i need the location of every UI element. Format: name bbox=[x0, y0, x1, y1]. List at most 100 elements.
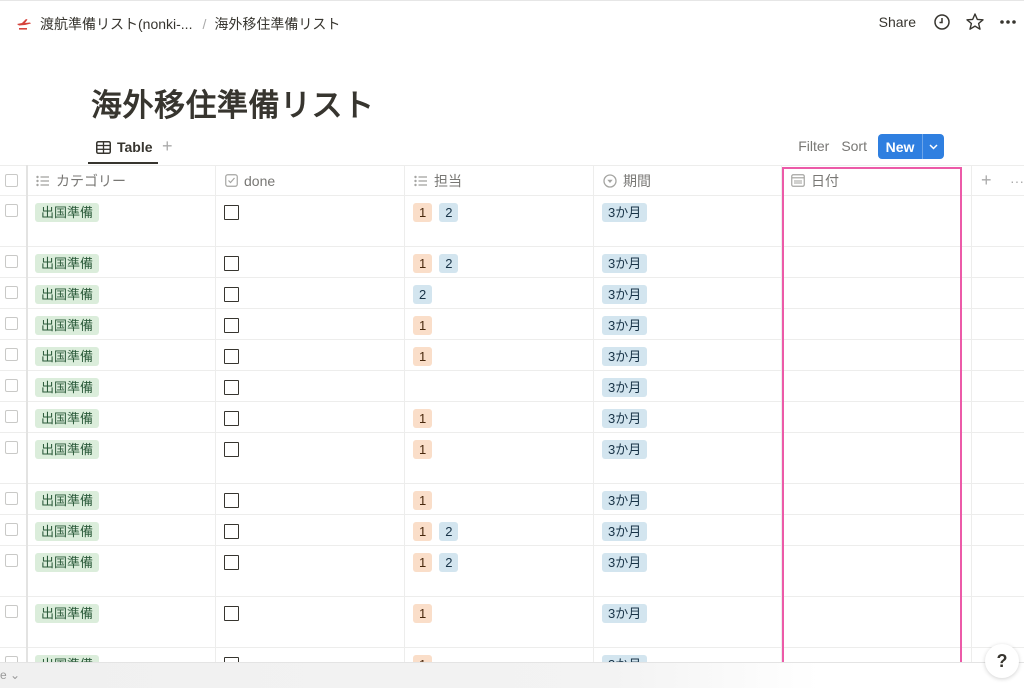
cell-category[interactable]: 出国準備 bbox=[35, 604, 106, 623]
table-row[interactable]: 出国準備 1 2 3か月 bbox=[0, 196, 1024, 247]
done-checkbox[interactable] bbox=[224, 256, 239, 271]
bottom-settings-icon[interactable]: e ⌄ bbox=[0, 668, 20, 682]
select-all-checkbox[interactable] bbox=[5, 166, 18, 195]
row-select-checkbox[interactable] bbox=[5, 204, 18, 217]
row-select-checkbox[interactable] bbox=[5, 410, 18, 423]
cell-period[interactable]: 3か月 bbox=[602, 553, 654, 572]
row-select-checkbox[interactable] bbox=[5, 348, 18, 361]
cell-period[interactable]: 3か月 bbox=[602, 409, 654, 428]
done-checkbox[interactable] bbox=[224, 349, 239, 364]
period-tag: 3か月 bbox=[602, 409, 648, 428]
row-select-checkbox[interactable] bbox=[5, 317, 18, 330]
cell-owner[interactable]: 1 bbox=[413, 604, 439, 623]
table-row[interactable]: 出国準備 1 3か月 bbox=[0, 309, 1024, 340]
table-row[interactable]: 出国準備 1 2 3か月 bbox=[0, 515, 1024, 546]
cell-category[interactable]: 出国準備 bbox=[35, 347, 106, 366]
table-row[interactable]: 出国準備 1 3か月 bbox=[0, 597, 1024, 648]
cell-category[interactable]: 出国準備 bbox=[35, 440, 106, 459]
cell-category[interactable]: 出国準備 bbox=[35, 316, 106, 335]
cell-period[interactable]: 3か月 bbox=[602, 440, 654, 459]
tab-table[interactable]: Table bbox=[88, 130, 161, 164]
cell-category[interactable]: 出国準備 bbox=[35, 553, 106, 572]
done-checkbox[interactable] bbox=[224, 411, 239, 426]
row-select-checkbox[interactable] bbox=[5, 255, 18, 268]
column-header-category[interactable]: カテゴリー bbox=[36, 166, 126, 195]
cell-owner[interactable]: 1 bbox=[413, 409, 439, 428]
cell-done bbox=[224, 285, 239, 302]
done-checkbox[interactable] bbox=[224, 318, 239, 333]
done-checkbox[interactable] bbox=[224, 606, 239, 621]
new-button[interactable]: New bbox=[878, 134, 944, 159]
filter-button[interactable]: Filter bbox=[798, 138, 829, 154]
breadcrumb-current[interactable]: 海外移住準備リスト bbox=[214, 14, 340, 34]
table-row[interactable]: 出国準備 1 3か月 bbox=[0, 402, 1024, 433]
new-button-label[interactable]: New bbox=[878, 134, 922, 159]
done-checkbox[interactable] bbox=[224, 205, 239, 220]
table-row[interactable]: 出国準備 1 2 3か月 bbox=[0, 247, 1024, 278]
cell-owner[interactable]: 12 bbox=[413, 203, 465, 222]
row-select-checkbox[interactable] bbox=[5, 523, 18, 536]
sort-button[interactable]: Sort bbox=[841, 138, 867, 154]
help-button[interactable]: ? bbox=[985, 644, 1019, 678]
cell-category[interactable]: 出国準備 bbox=[35, 254, 106, 273]
cell-category[interactable]: 出国準備 bbox=[35, 409, 106, 428]
cell-owner[interactable]: 1 bbox=[413, 347, 439, 366]
cell-period[interactable]: 3か月 bbox=[602, 254, 654, 273]
owner-tag: 1 bbox=[413, 604, 433, 623]
row-select-checkbox[interactable] bbox=[5, 605, 18, 618]
cell-owner[interactable]: 1 bbox=[413, 491, 439, 510]
cell-period[interactable]: 3か月 bbox=[602, 604, 654, 623]
cell-owner[interactable]: 12 bbox=[413, 522, 465, 541]
cell-category[interactable]: 出国準備 bbox=[35, 203, 106, 222]
cell-owner[interactable]: 1 bbox=[413, 316, 439, 335]
cell-period[interactable]: 3か月 bbox=[602, 522, 654, 541]
done-checkbox[interactable] bbox=[224, 287, 239, 302]
column-header-owner[interactable]: 担当 bbox=[414, 166, 462, 195]
chevron-down-icon[interactable] bbox=[922, 134, 944, 159]
cell-done bbox=[224, 553, 239, 570]
add-view-button[interactable]: + bbox=[162, 137, 173, 155]
table-row[interactable]: 出国準備 1 3か月 bbox=[0, 340, 1024, 371]
breadcrumb-parent[interactable]: 渡航準備リスト(nonki-... bbox=[40, 14, 192, 34]
cell-period[interactable]: 3か月 bbox=[602, 285, 654, 304]
cell-category[interactable]: 出国準備 bbox=[35, 522, 106, 541]
table-row[interactable]: 出国準備 2 3か月 bbox=[0, 278, 1024, 309]
row-select-checkbox[interactable] bbox=[5, 379, 18, 392]
cell-period[interactable]: 3か月 bbox=[602, 347, 654, 366]
row-select-checkbox[interactable] bbox=[5, 286, 18, 299]
cell-period[interactable]: 3か月 bbox=[602, 203, 654, 222]
table-row[interactable]: 出国準備 1 2 3か月 bbox=[0, 546, 1024, 597]
done-checkbox[interactable] bbox=[224, 524, 239, 539]
row-select-checkbox[interactable] bbox=[5, 554, 18, 567]
table-row[interactable]: 出国準備 3か月 bbox=[0, 371, 1024, 402]
page-title[interactable]: 海外移住準備リスト bbox=[91, 80, 375, 125]
clock-icon[interactable] bbox=[932, 12, 952, 32]
cell-category[interactable]: 出国準備 bbox=[35, 378, 106, 397]
column-label: 日付 bbox=[811, 172, 839, 189]
column-header-period[interactable]: 期間 bbox=[603, 166, 651, 195]
cell-owner[interactable]: 12 bbox=[413, 553, 465, 572]
cell-period[interactable]: 3か月 bbox=[602, 316, 654, 335]
column-header-done[interactable]: done bbox=[225, 166, 275, 195]
share-button[interactable]: Share bbox=[879, 14, 916, 30]
cell-owner[interactable]: 12 bbox=[413, 254, 465, 273]
cell-period[interactable]: 3か月 bbox=[602, 491, 654, 510]
done-checkbox[interactable] bbox=[224, 555, 239, 570]
cell-category[interactable]: 出国準備 bbox=[35, 285, 106, 304]
row-select-checkbox[interactable] bbox=[5, 441, 18, 454]
cell-period[interactable]: 3か月 bbox=[602, 378, 654, 397]
more-icon[interactable] bbox=[998, 12, 1018, 32]
column-header-date[interactable]: 日付 bbox=[791, 166, 839, 195]
row-select-checkbox[interactable] bbox=[5, 492, 18, 505]
table-row[interactable]: 出国準備 1 3か月 bbox=[0, 484, 1024, 515]
star-icon[interactable] bbox=[965, 12, 985, 32]
table-row[interactable]: 出国準備 1 3か月 bbox=[0, 433, 1024, 484]
cell-category[interactable]: 出国準備 bbox=[35, 491, 106, 510]
cell-owner[interactable]: 1 bbox=[413, 440, 439, 459]
cell-owner[interactable]: 2 bbox=[413, 285, 439, 304]
done-checkbox[interactable] bbox=[224, 442, 239, 457]
done-checkbox[interactable] bbox=[224, 380, 239, 395]
add-property-button[interactable]: + bbox=[981, 166, 992, 195]
property-more-button[interactable]: ··· bbox=[1010, 166, 1024, 195]
done-checkbox[interactable] bbox=[224, 493, 239, 508]
